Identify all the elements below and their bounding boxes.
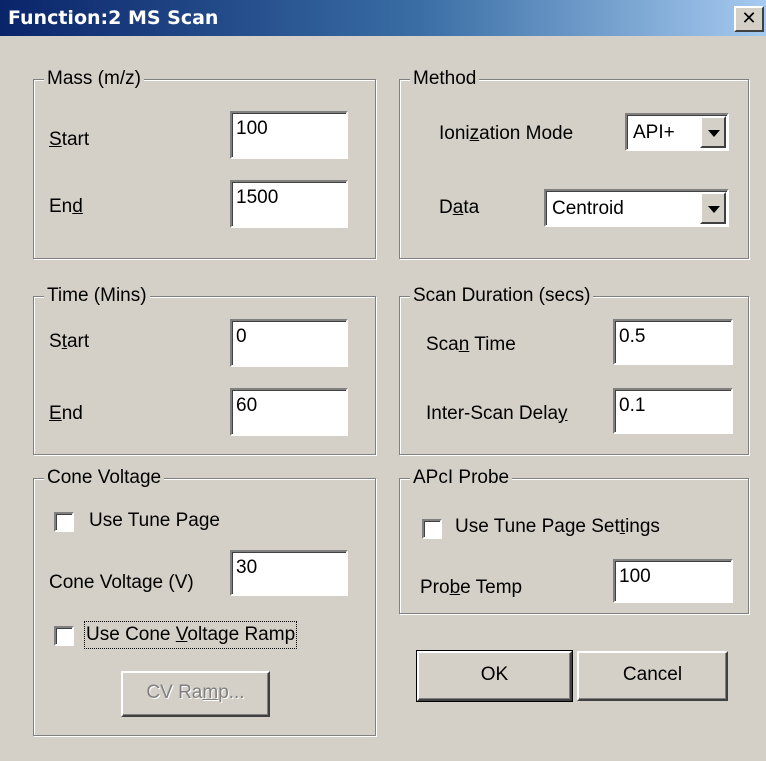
cone-voltage-group: Cone Voltage Use Tune Page Cone Voltage … [33, 466, 376, 736]
method-legend: Method [410, 67, 480, 91]
data-label: Data [439, 197, 480, 218]
method-group: Method Ionization Mode API+ Data Centroi… [399, 67, 749, 259]
time-legend: Time (Mins) [44, 284, 150, 308]
time-start-input[interactable]: 0 [230, 319, 348, 367]
mass-end-input[interactable]: 1500 [230, 180, 348, 228]
cone-voltage-legend: Cone Voltage [44, 466, 165, 490]
data-value: Centroid [552, 198, 624, 219]
chevron-down-icon [708, 206, 720, 213]
apci-probe-group: APcI Probe Use Tune Page Settings Probe … [399, 466, 749, 614]
ionization-mode-label: Ionization Mode [439, 123, 574, 144]
cone-voltage-input[interactable]: 30 [230, 550, 348, 596]
cv-ramp-button[interactable]: CV Ramp... [121, 671, 270, 717]
time-end-input[interactable]: 60 [230, 388, 348, 436]
close-button[interactable]: ✕ [734, 6, 764, 32]
title-bar[interactable]: Function:2 MS Scan ✕ [0, 0, 766, 36]
window-title: Function:2 MS Scan [8, 7, 219, 29]
chevron-down-icon [708, 130, 720, 137]
use-tune-page-checkbox[interactable] [54, 512, 74, 532]
time-group: Time (Mins) Start 0 End 60 [33, 284, 376, 455]
mass-start-input[interactable]: 100 [230, 111, 348, 159]
apci-probe-legend: APcI Probe [410, 466, 513, 490]
scan-duration-legend: Scan Duration (secs) [410, 284, 594, 308]
dialog-window: Function:2 MS Scan ✕ Mass (m/z) Start 10… [0, 0, 766, 761]
use-tune-page-settings-checkbox[interactable] [422, 519, 442, 539]
ok-button[interactable]: OK [416, 650, 573, 702]
time-end-label: End [49, 403, 83, 424]
time-start-label: Start [49, 331, 90, 352]
cancel-button[interactable]: Cancel [577, 651, 728, 701]
inter-scan-delay-input[interactable]: 0.1 [613, 388, 733, 434]
ionization-dropdown-button[interactable] [700, 116, 726, 148]
probe-temp-label: Probe Temp [420, 577, 523, 598]
use-cone-voltage-ramp-label[interactable]: Use Cone Voltage Ramp [83, 621, 298, 649]
ionization-mode-select[interactable]: API+ [625, 113, 729, 151]
probe-temp-input[interactable]: 100 [613, 559, 733, 603]
use-tune-page-label[interactable]: Use Tune Page [89, 509, 220, 533]
data-dropdown-button[interactable] [700, 192, 726, 224]
inter-scan-delay-label: Inter-Scan Delay [426, 403, 568, 424]
mass-group: Mass (m/z) Start 100 End 1500 [33, 67, 376, 259]
mass-start-label: Start [49, 129, 90, 150]
close-icon: ✕ [741, 8, 757, 29]
mass-end-label: End [49, 196, 83, 217]
use-tune-page-settings-label[interactable]: Use Tune Page Settings [455, 515, 660, 539]
mass-legend: Mass (m/z) [44, 67, 144, 91]
use-cone-voltage-ramp-checkbox[interactable] [54, 626, 74, 646]
ionization-mode-value: API+ [633, 122, 675, 143]
data-select[interactable]: Centroid [544, 189, 729, 227]
scan-duration-group: Scan Duration (secs) Scan Time 0.5 Inter… [399, 284, 749, 455]
cone-voltage-label: Cone Voltage (V) [49, 572, 194, 593]
scan-time-label: Scan Time [426, 334, 516, 355]
scan-time-input[interactable]: 0.5 [613, 319, 733, 365]
